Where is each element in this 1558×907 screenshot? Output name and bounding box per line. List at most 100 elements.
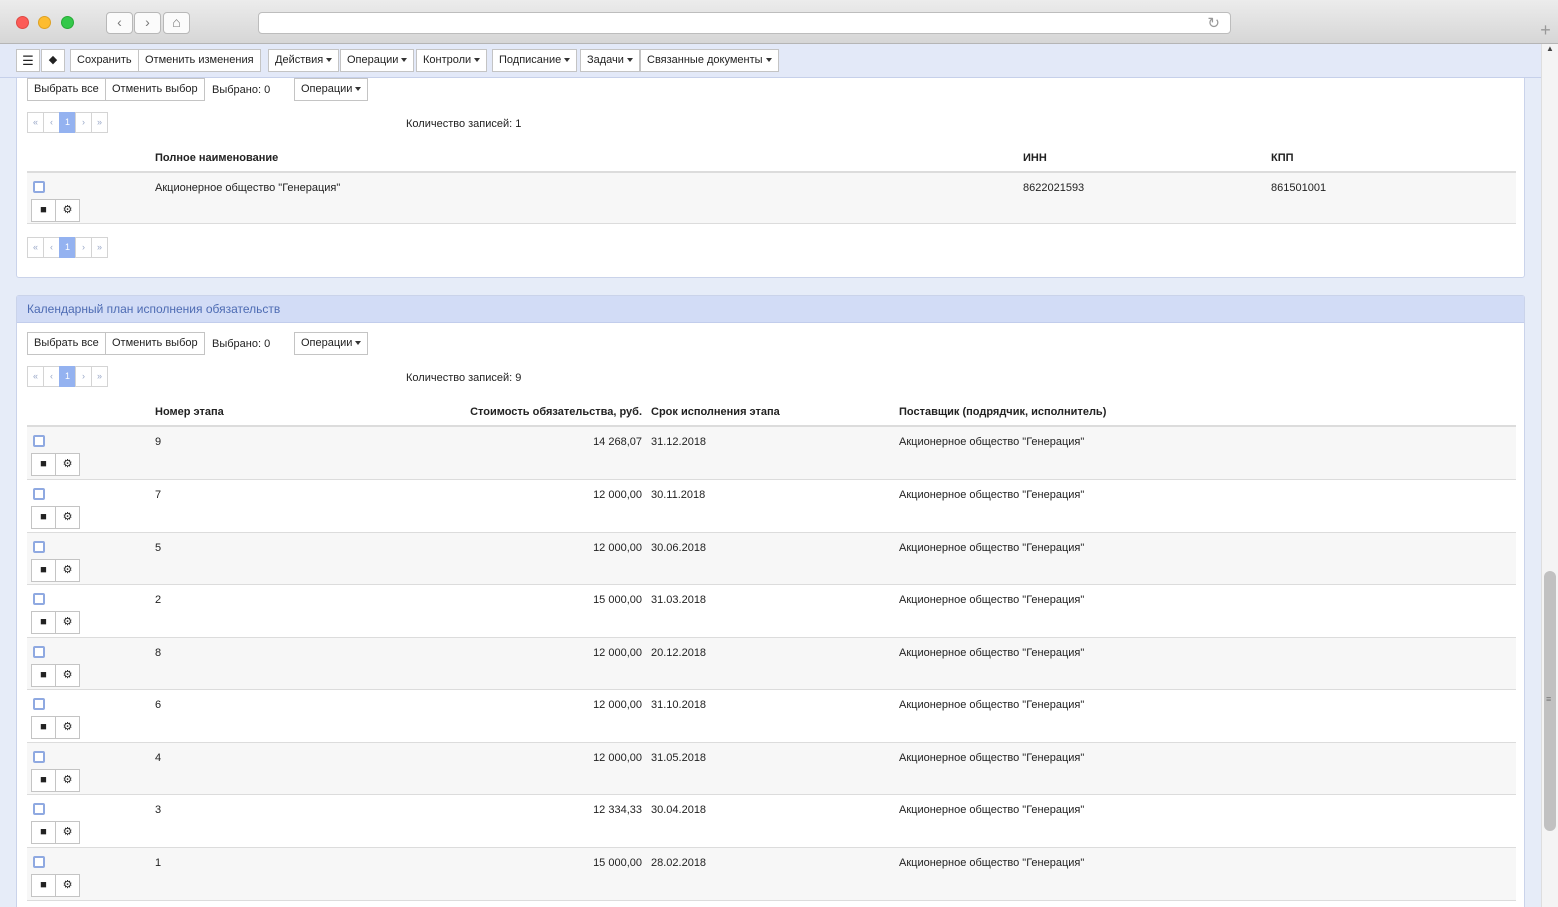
deselect-button[interactable]: Отменить выбор (105, 332, 205, 355)
table-row[interactable]: ■ ⚙ 5 12 000,00 30.06.2018 Акционерное о… (27, 533, 1516, 585)
pager-next[interactable]: › (75, 366, 92, 387)
pager-next[interactable]: › (75, 237, 92, 258)
table-row[interactable]: ■ ⚙ 6 12 000,00 31.10.2018 Акционерное о… (27, 690, 1516, 743)
row-checkbox[interactable] (33, 751, 45, 763)
pager-page-1[interactable]: 1 (59, 366, 76, 387)
pager-next[interactable]: › (75, 112, 92, 133)
pager-page-1[interactable]: 1 (59, 237, 76, 258)
open-document-button[interactable]: ■ (31, 716, 56, 739)
operations-dropdown[interactable]: Операции (340, 49, 415, 72)
row-settings-button[interactable]: ⚙ (55, 506, 80, 529)
row-checkbox[interactable] (33, 593, 45, 605)
pager-first[interactable]: « (27, 237, 44, 258)
cell-supplier: Акционерное общество "Генерация" (899, 594, 1085, 606)
column-header-inn[interactable]: ИНН (1023, 152, 1047, 164)
row-settings-button[interactable]: ⚙ (55, 821, 80, 844)
row-checkbox[interactable] (33, 488, 45, 500)
tags-button[interactable]: ◆ (41, 49, 65, 72)
row-settings-button[interactable]: ⚙ (55, 769, 80, 792)
row-actions: ■ ⚙ (31, 874, 80, 897)
row-settings-button[interactable]: ⚙ (55, 611, 80, 634)
pager-page-1[interactable]: 1 (59, 112, 76, 133)
gear-icon: ⚙ (62, 458, 73, 470)
row-settings-button[interactable]: ⚙ (55, 559, 80, 582)
open-document-button[interactable]: ■ (31, 453, 56, 476)
open-document-button[interactable]: ■ (31, 874, 56, 897)
pager-prev[interactable]: ‹ (43, 237, 60, 258)
back-button[interactable]: ‹ (106, 12, 133, 34)
forward-button[interactable]: › (134, 12, 161, 34)
new-tab-button[interactable]: + (1533, 20, 1558, 42)
row-checkbox[interactable] (33, 698, 45, 710)
row-settings-button[interactable]: ⚙ (55, 716, 80, 739)
row-checkbox[interactable] (33, 541, 45, 553)
open-document-button[interactable]: ■ (31, 506, 56, 529)
column-header-supplier[interactable]: Поставщик (подрядчик, исполнитель) (899, 406, 1106, 418)
row-checkbox[interactable] (33, 803, 45, 815)
column-header-full-name[interactable]: Полное наименование (155, 152, 278, 164)
pager-last[interactable]: » (91, 112, 108, 133)
open-document-button[interactable]: ■ (31, 559, 56, 582)
cell-kpp: 861501001 (1271, 182, 1327, 194)
select-all-button[interactable]: Выбрать все (27, 332, 106, 355)
operations-dropdown[interactable]: Операции (294, 332, 369, 355)
select-all-button[interactable]: Выбрать все (27, 78, 106, 101)
table-row[interactable]: ■ ⚙ Акционерное общество "Генерация" 862… (27, 173, 1516, 224)
table-row[interactable]: ■ ⚙ 1 15 000,00 28.02.2018 Акционерное о… (27, 848, 1516, 901)
table-row[interactable]: ■ ⚙ 2 15 000,00 31.03.2018 Акционерное о… (27, 585, 1516, 638)
column-header-stage-number[interactable]: Номер этапа (155, 406, 224, 418)
minimize-window-button[interactable] (38, 16, 51, 29)
cancel-changes-button[interactable]: Отменить изменения (138, 49, 261, 72)
operations-dropdown[interactable]: Операции (294, 78, 369, 101)
table-row[interactable]: ■ ⚙ 7 12 000,00 30.11.2018 Акционерное о… (27, 480, 1516, 533)
zoom-window-button[interactable] (61, 16, 74, 29)
column-header-due-date[interactable]: Срок исполнения этапа (651, 406, 780, 418)
pager-prev[interactable]: ‹ (43, 112, 60, 133)
row-settings-button[interactable]: ⚙ (55, 664, 80, 687)
table-row[interactable]: ■ ⚙ 3 12 334,33 30.04.2018 Акционерное о… (27, 795, 1516, 848)
open-document-button[interactable]: ■ (31, 611, 56, 634)
record-count: Количество записей: 1 (406, 118, 522, 130)
row-checkbox[interactable] (33, 856, 45, 868)
pager-last[interactable]: » (91, 366, 108, 387)
column-header-kpp[interactable]: КПП (1271, 152, 1294, 164)
actions-dropdown[interactable]: Действия (268, 49, 340, 72)
open-document-button[interactable]: ■ (31, 769, 56, 792)
row-checkbox[interactable] (33, 181, 45, 193)
open-document-button[interactable]: ■ (31, 199, 56, 222)
caret-down-icon (326, 58, 333, 63)
open-document-button[interactable]: ■ (31, 821, 56, 844)
signing-dropdown[interactable]: Подписание (492, 49, 578, 72)
hamburger-icon: ☰ (22, 53, 34, 68)
pager-last[interactable]: » (91, 237, 108, 258)
scroll-up-arrow-icon[interactable]: ▲ (1546, 44, 1554, 53)
pager-first[interactable]: « (27, 366, 44, 387)
cell-stage-number: 3 (155, 804, 162, 816)
home-button[interactable]: ⌂ (163, 12, 190, 34)
reload-icon[interactable]: ↻ (1207, 14, 1220, 32)
row-checkbox[interactable] (33, 646, 45, 658)
row-settings-button[interactable]: ⚙ (55, 874, 80, 897)
pager-prev[interactable]: ‹ (43, 366, 60, 387)
save-button[interactable]: Сохранить (70, 49, 139, 72)
address-bar[interactable]: ↻ (258, 12, 1231, 34)
pager-first[interactable]: « (27, 112, 44, 133)
pagination-top: « ‹ 1 › » (27, 366, 108, 387)
menu-button[interactable]: ☰ (16, 49, 40, 72)
row-settings-button[interactable]: ⚙ (55, 453, 80, 476)
deselect-button[interactable]: Отменить выбор (105, 78, 205, 101)
table-row[interactable]: ■ ⚙ 9 14 268,07 31.12.2018 Акционерное о… (27, 427, 1516, 480)
open-document-button[interactable]: ■ (31, 664, 56, 687)
controls-dropdown[interactable]: Контроли (416, 49, 488, 72)
select-all-label: Выбрать все (34, 83, 99, 95)
table-row[interactable]: ■ ⚙ 4 12 000,00 31.05.2018 Акционерное о… (27, 743, 1516, 795)
tasks-dropdown[interactable]: Задачи (580, 49, 640, 72)
cell-cost: 14 268,07 (593, 436, 642, 448)
page-scrollbar[interactable]: ▲ ≡ (1541, 44, 1558, 907)
row-settings-button[interactable]: ⚙ (55, 199, 80, 222)
row-checkbox[interactable] (33, 435, 45, 447)
close-window-button[interactable] (16, 16, 29, 29)
related-documents-dropdown[interactable]: Связанные документы (640, 49, 779, 72)
column-header-cost[interactable]: Стоимость обязательства, руб. (442, 406, 642, 418)
table-row[interactable]: ■ ⚙ 8 12 000,00 20.12.2018 Акционерное о… (27, 638, 1516, 690)
